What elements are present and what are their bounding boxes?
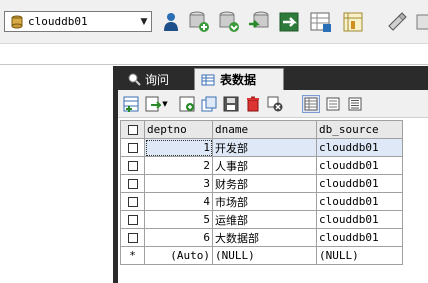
cell-dname[interactable]: 人事部 [212, 156, 317, 175]
cell-db-source[interactable]: clouddb01 [316, 192, 403, 211]
export-dropdown[interactable]: ▼ [160, 95, 170, 113]
chevron-down-icon[interactable]: ▼ [137, 17, 151, 27]
row-checkbox[interactable] [120, 228, 145, 247]
insert-row-icon [123, 96, 139, 112]
database-select[interactable]: clouddb01 ▼ [4, 11, 152, 32]
save-icon [223, 96, 239, 112]
column-header-deptno[interactable]: deptno [144, 120, 213, 139]
main-toolbar: clouddb01 ▼ [0, 0, 428, 44]
export-grid-icon [145, 96, 161, 112]
tools-button[interactable] [384, 8, 410, 36]
schema-button[interactable] [308, 8, 334, 36]
duplicate-icon [201, 96, 217, 112]
cell-db-source[interactable]: clouddb01 [316, 210, 403, 229]
form-view-icon [326, 97, 340, 111]
import-icon [249, 11, 269, 28]
export-icon [279, 12, 299, 32]
import-button[interactable] [246, 8, 272, 36]
table-row[interactable]: 4 市场部 clouddb01 [120, 192, 403, 211]
table-row[interactable]: 2 人事部 clouddb01 [120, 156, 403, 175]
more-button[interactable] [410, 8, 428, 36]
row-checkbox[interactable] [120, 174, 145, 193]
user-icon [164, 13, 178, 31]
restore-icon [219, 11, 239, 32]
cell-deptno[interactable]: 1 [144, 138, 213, 157]
cell-deptno-new[interactable]: (Auto) [144, 246, 213, 265]
cell-dname-new[interactable]: (NULL) [212, 246, 317, 265]
export-button[interactable] [276, 8, 302, 36]
cell-db-source[interactable]: clouddb01 [316, 138, 403, 157]
cell-dname[interactable]: 市场部 [212, 192, 317, 211]
cell-db-source[interactable]: clouddb01 [316, 228, 403, 247]
tab-table-data-label: 表数据 [220, 73, 257, 87]
duplicate-row-button[interactable] [200, 95, 218, 113]
cell-dname[interactable]: 运维部 [212, 210, 317, 229]
insert-row-button[interactable] [122, 95, 140, 113]
table-icon [201, 74, 215, 85]
tab-query-label: 询问 [145, 72, 170, 87]
cell-dname[interactable]: 开发部 [212, 138, 317, 157]
cell-deptno[interactable]: 6 [144, 228, 213, 247]
tools-icon [388, 12, 407, 31]
table-row[interactable]: 1 开发部 clouddb01 [120, 138, 403, 157]
spacer-panel [0, 45, 428, 65]
add-row-button[interactable] [178, 95, 196, 113]
more-icon [416, 14, 428, 30]
cancel-button[interactable] [266, 95, 284, 113]
query-builder-icon [343, 12, 363, 32]
cell-deptno[interactable]: 3 [144, 174, 213, 193]
backup-icon [189, 11, 209, 32]
form-view-button[interactable] [324, 95, 342, 113]
restore-button[interactable] [216, 8, 242, 36]
select-all-checkbox[interactable] [120, 120, 145, 139]
query-icon [128, 73, 141, 86]
user-button[interactable] [158, 8, 184, 36]
grid-toolbar: ▼ [118, 90, 428, 118]
add-row-icon [179, 96, 195, 112]
cancel-icon [267, 96, 283, 112]
app-window: clouddb01 ▼ 询问 表数据 ▼ deptno dname db_sou… [0, 0, 428, 283]
column-header-dname[interactable]: dname [212, 120, 317, 139]
grid-view-button[interactable] [302, 95, 320, 113]
cell-deptno[interactable]: 2 [144, 156, 213, 175]
row-checkbox[interactable] [120, 192, 145, 211]
trash-icon [247, 96, 259, 112]
row-checkbox[interactable] [120, 156, 145, 175]
database-icon [11, 15, 23, 28]
query-builder-button[interactable] [340, 8, 366, 36]
tab-table-data[interactable]: 表数据 [194, 68, 284, 90]
new-row-marker: * [120, 246, 145, 265]
caret-down-icon: ▼ [162, 100, 168, 108]
schema-icon [310, 12, 331, 32]
cell-deptno[interactable]: 5 [144, 210, 213, 229]
table-row[interactable]: 3 财务部 clouddb01 [120, 174, 403, 193]
tab-query[interactable]: 询问 [121, 68, 193, 90]
row-checkbox[interactable] [120, 210, 145, 229]
data-grid: deptno dname db_source 1 开发部 clouddb01 2… [118, 118, 428, 283]
header-row: deptno dname db_source [120, 120, 403, 139]
cell-deptno[interactable]: 4 [144, 192, 213, 211]
database-select-value: clouddb01 [28, 15, 88, 28]
grid-view-icon [304, 97, 318, 111]
cell-dname[interactable]: 财务部 [212, 174, 317, 193]
row-checkbox[interactable] [120, 138, 145, 157]
cell-db-source[interactable]: clouddb01 [316, 156, 403, 175]
table-row[interactable]: 5 运维部 clouddb01 [120, 210, 403, 229]
new-row[interactable]: * (Auto) (NULL) (NULL) [120, 246, 403, 265]
table-row[interactable]: 6 大数据部 clouddb01 [120, 228, 403, 247]
text-view-button[interactable] [346, 95, 364, 113]
backup-button[interactable] [186, 8, 212, 36]
cell-db-source-new[interactable]: (NULL) [316, 246, 403, 265]
result-table: deptno dname db_source 1 开发部 clouddb01 2… [120, 120, 403, 265]
column-header-db-source[interactable]: db_source [316, 120, 403, 139]
delete-button[interactable] [244, 95, 262, 113]
save-button[interactable] [222, 95, 240, 113]
text-view-icon [348, 97, 362, 111]
cell-dname[interactable]: 大数据部 [212, 228, 317, 247]
cell-db-source[interactable]: clouddb01 [316, 174, 403, 193]
